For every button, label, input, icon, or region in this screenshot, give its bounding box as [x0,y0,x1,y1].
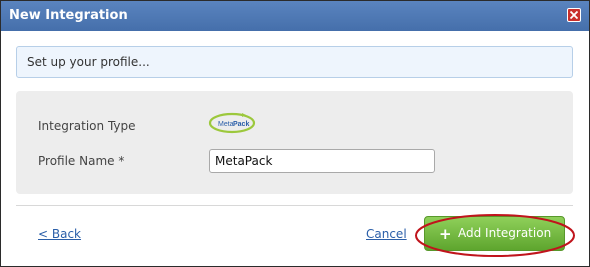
add-integration-button[interactable]: + Add Integration [424,216,565,251]
add-integration-label: Add Integration [458,226,552,240]
logo-text-pack: Pack [233,121,249,128]
metapack-logo-icon: Meta Pack [208,112,256,134]
info-message-box: Set up your profile... [16,46,573,78]
info-message: Set up your profile... [27,55,150,69]
footer-divider [16,205,573,206]
logo-text-meta: Meta [218,121,234,128]
dialog-title: New Integration [9,8,128,23]
profile-name-input[interactable] [209,149,435,173]
plus-icon: + [439,225,452,243]
new-integration-dialog: New Integration Set up your profile... I… [0,0,590,267]
close-button[interactable] [567,8,581,22]
integration-type-label: Integration Type [38,119,136,133]
profile-form: Integration Type Meta Pack Profile Name … [16,91,573,194]
cancel-link[interactable]: Cancel [366,227,407,241]
back-link[interactable]: < Back [38,227,81,241]
close-icon [570,11,578,19]
dialog-titlebar: New Integration [1,1,589,31]
profile-name-label: Profile Name * [38,154,125,168]
